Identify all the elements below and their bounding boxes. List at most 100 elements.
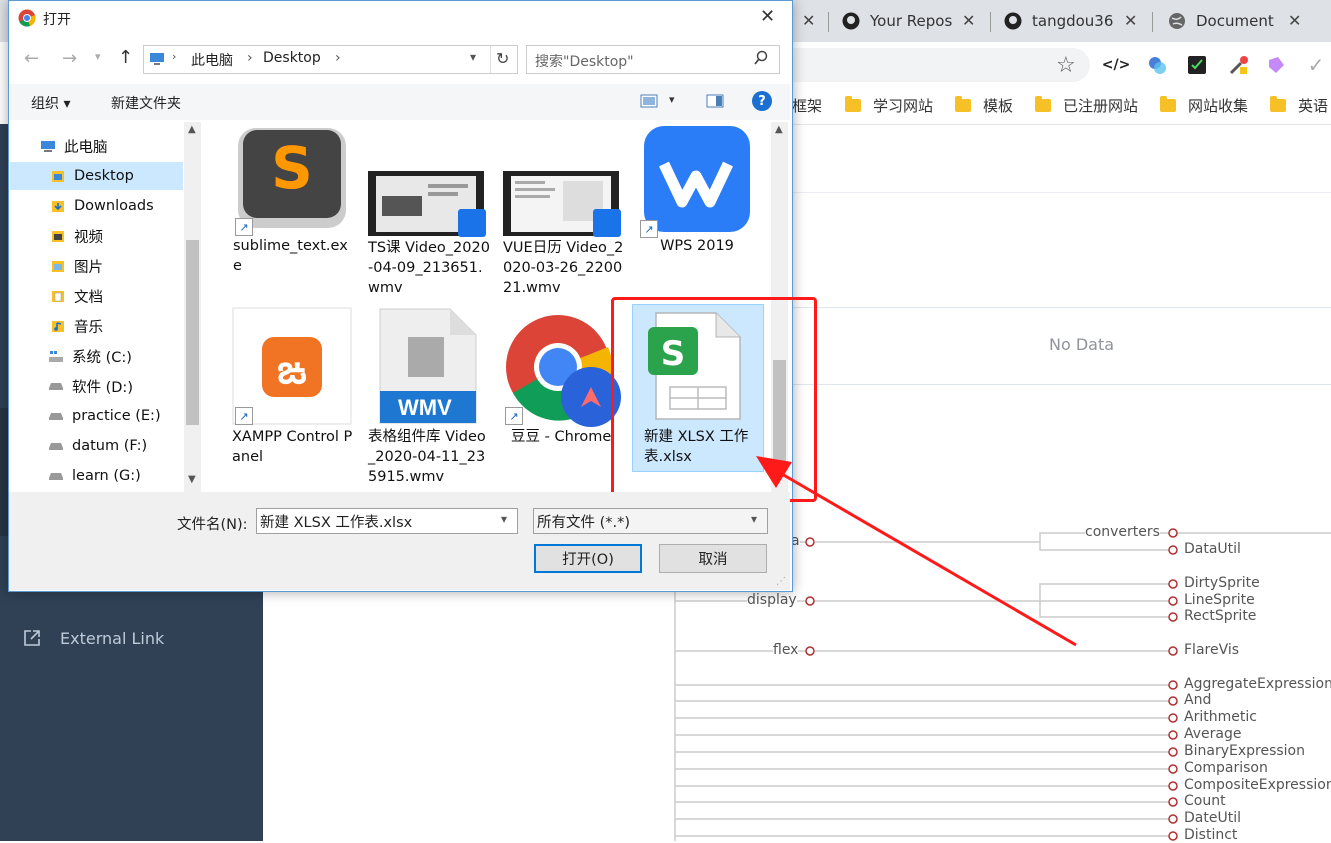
file-item[interactable]: ↗ 豆豆 - Chrome — [503, 307, 625, 447]
tree-node — [1168, 579, 1178, 589]
nav-label: 图片 — [74, 259, 103, 276]
bookmark-templates[interactable]: 模板 — [955, 95, 1013, 115]
tree-label: Comparison — [1184, 760, 1268, 776]
tab-document[interactable]: Document — [1168, 6, 1298, 36]
code-extension-icon[interactable]: </> — [1102, 54, 1131, 76]
computer-icon — [149, 52, 165, 70]
address-path[interactable]: › 此电脑 › Desktop › ▾ ↻ — [143, 45, 518, 74]
file-item[interactable]: S ↗ sublime_text.exe — [233, 126, 355, 276]
filename-label: 文件名(N): — [177, 517, 248, 533]
tab-tangdou[interactable]: tangdou36 — [1004, 6, 1134, 36]
check-extension-icon[interactable]: ✓ — [1305, 53, 1327, 77]
chevron-down-icon[interactable]: ▾ — [470, 50, 476, 64]
bookmark-site-collection[interactable]: 网站收集 — [1160, 95, 1248, 115]
search-placeholder: 搜索"Desktop" — [535, 54, 634, 70]
organize-button[interactable]: 组织 ▾ — [31, 93, 70, 113]
bookmark-label: 英语 — [1298, 96, 1329, 115]
annotation-arrow — [756, 456, 1077, 647]
videos-icon — [50, 229, 66, 243]
tab-title: Your Repos — [870, 12, 953, 30]
scroll-up-icon[interactable]: ▲ — [188, 124, 196, 135]
bookmark-registered-sites[interactable]: 已注册网站 — [1035, 95, 1138, 115]
sidebar-item-external-link[interactable]: External Link — [22, 628, 164, 648]
tree-label: RectSprite — [1184, 608, 1257, 624]
nav-label: 音乐 — [74, 319, 103, 336]
view-dropdown-chevron-icon[interactable]: ▾ — [669, 93, 675, 106]
chevron-down-icon[interactable]: ▾ — [501, 512, 507, 526]
tree-label: AggregateExpression — [1184, 676, 1331, 692]
tab-close-button[interactable]: ✕ — [1124, 11, 1137, 30]
file-item[interactable]: VUE日历 Video_2020-03-26_220021.wmv — [503, 126, 625, 298]
translate-extension-icon[interactable] — [1146, 54, 1168, 76]
tree-node — [1168, 545, 1178, 555]
shortcut-arrow-icon: ↗ — [235, 407, 253, 425]
tab-close-button[interactable]: ✕ — [802, 11, 815, 30]
omnibox[interactable] — [780, 48, 1090, 82]
up-arrow-icon[interactable]: ↑ — [118, 47, 133, 68]
file-item[interactable]: TS课 Video_2020-04-09_213651.wmv — [368, 126, 490, 298]
video-file-badge-icon — [458, 209, 486, 237]
no-data-text: No Data — [1049, 335, 1115, 354]
bookmark-frameworks[interactable]: 框架 — [792, 95, 822, 115]
breadcrumb-desktop[interactable]: Desktop — [263, 50, 321, 66]
file-item[interactable]: WMV 表格组件库 Video_2020-04-11_235915.wmv — [368, 307, 490, 487]
nav-label: datum (F:) — [72, 438, 148, 454]
preview-pane-icon[interactable] — [706, 94, 724, 112]
file-name: sublime_text.exe — [233, 238, 348, 274]
wps-office-icon: ↗ — [640, 126, 752, 238]
forward-arrow-icon[interactable]: → — [62, 48, 77, 69]
tree-node — [1168, 713, 1178, 723]
tab-your-repos[interactable]: Your Repos — [842, 6, 982, 36]
file-item[interactable]: ఙ ↗ XAMPP Control Panel — [232, 307, 354, 467]
bookmark-english[interactable]: 英语 — [1270, 95, 1328, 115]
tree-node — [1168, 747, 1178, 757]
todo-extension-icon[interactable] — [1186, 54, 1208, 76]
bookmark-label: 框架 — [792, 96, 823, 115]
tab-separator — [990, 12, 991, 32]
video-thumbnail-icon — [503, 126, 621, 238]
file-name: VUE日历 Video_2020-03-26_220021.wmv — [503, 240, 624, 296]
tab-close-button[interactable]: ✕ — [1288, 11, 1301, 30]
tree-label: And — [1184, 692, 1212, 708]
wmv-badge-text: WMV — [398, 395, 452, 420]
tree-label: DataUtil — [1184, 541, 1241, 557]
view-options-icon[interactable] — [640, 94, 658, 112]
bookmark-learning-sites[interactable]: 学习网站 — [845, 95, 933, 115]
open-button[interactable]: 打开(O) — [534, 544, 642, 573]
chrome-icon — [18, 9, 36, 31]
close-icon[interactable]: ✕ — [760, 6, 775, 27]
tree-node — [1168, 696, 1178, 706]
drive-icon — [48, 469, 64, 483]
new-folder-button[interactable]: 新建文件夹 — [111, 93, 181, 113]
eyedropper-extension-icon[interactable] — [1228, 54, 1250, 76]
filename-input[interactable]: 新建 XLSX 工作表.xlsx ▾ — [256, 508, 518, 534]
search-icon — [753, 50, 769, 70]
file-name: 表格组件库 Video_2020-04-11_235915.wmv — [368, 429, 486, 485]
recent-chevron-icon[interactable]: ▾ — [95, 50, 101, 63]
nav-label: 此电脑 — [64, 139, 108, 156]
breadcrumb-this-pc[interactable]: 此电脑 — [191, 50, 233, 70]
downloads-icon — [50, 199, 66, 213]
refresh-icon[interactable]: ↻ — [496, 49, 509, 68]
gem-extension-icon[interactable] — [1265, 54, 1287, 76]
tree-node — [1168, 781, 1178, 791]
help-icon[interactable]: ? — [752, 91, 772, 111]
bookmark-label: 学习网站 — [873, 96, 934, 115]
tree-label: DateUtil — [1184, 810, 1241, 826]
github-icon — [1004, 12, 1022, 30]
search-input[interactable]: 搜索"Desktop" — [526, 45, 780, 74]
tree-label: converters — [1085, 524, 1160, 540]
scroll-down-icon[interactable]: ▼ — [188, 474, 196, 485]
external-link-icon — [22, 628, 42, 648]
video-thumbnail-icon — [368, 126, 486, 238]
tab-close-button[interactable]: ✕ — [962, 11, 975, 30]
nav-scrollbar-thumb[interactable] — [186, 240, 199, 425]
scroll-up-icon[interactable]: ▲ — [775, 124, 783, 135]
video-file-badge-icon — [593, 209, 621, 237]
nav-label: 视频 — [74, 229, 103, 246]
filetype-select[interactable]: 所有文件 (*.*) ▾ — [533, 508, 768, 534]
file-item[interactable]: ↗ WPS 2019 — [640, 126, 762, 256]
nav-label: Desktop — [74, 168, 134, 184]
star-icon[interactable]: ☆ — [1056, 53, 1076, 78]
back-arrow-icon[interactable]: ← — [24, 48, 39, 69]
